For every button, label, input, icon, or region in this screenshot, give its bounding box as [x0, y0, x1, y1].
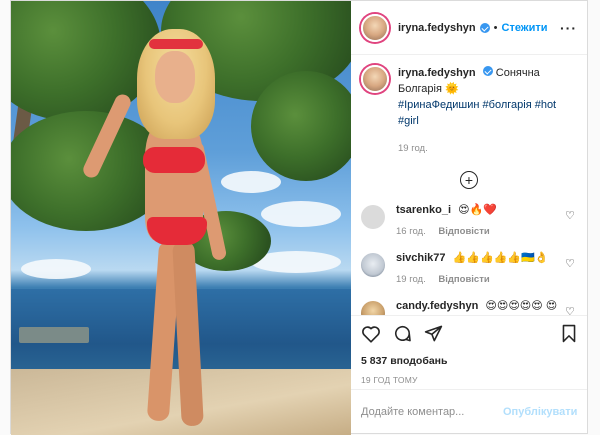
- comment-body: candy.fedyshyn 😍😍😍😍😍 😍😍: [396, 299, 559, 315]
- add-comment-bar: Опублікувати: [351, 389, 587, 433]
- commenter-avatar[interactable]: [361, 205, 385, 229]
- caption-time: 19 год.: [398, 143, 428, 154]
- post-header: iryna.fedyshyn • Стежити ···: [351, 1, 587, 55]
- face: [155, 51, 195, 103]
- caption-body: iryna.fedyshyn Сонячна Болгарія 🌞 #Ірина…: [398, 65, 577, 157]
- commenter-avatar[interactable]: [361, 253, 385, 277]
- author-avatar[interactable]: [361, 13, 389, 42]
- comment-like-heart-icon[interactable]: ♡: [565, 305, 577, 315]
- likes-count[interactable]: 5 837 вподобань: [361, 355, 577, 367]
- comment-item: sivchik77 👍👍👍👍👍🇺🇦👌 19 год. Відповісти ♡: [361, 251, 577, 287]
- post-caption: iryna.fedyshyn Сонячна Болгарія 🌞 #Ірина…: [361, 65, 577, 157]
- more-icon[interactable]: ···: [560, 20, 577, 36]
- comment-icon[interactable]: [393, 324, 412, 347]
- comment-username[interactable]: sivchik77: [396, 252, 446, 264]
- commenter-avatar[interactable]: [361, 301, 385, 315]
- cloud: [21, 259, 91, 279]
- comments-section[interactable]: iryna.fedyshyn Сонячна Болгарія 🌞 #Ірина…: [351, 55, 587, 315]
- swimsuit-bottom: [147, 217, 207, 245]
- viewport: iryna.fedyshyn • Стежити ··· iryna.fedys…: [0, 0, 600, 435]
- post-modal: iryna.fedyshyn • Стежити ··· iryna.fedys…: [10, 0, 588, 435]
- comment-item: tsarenko_i 😍🔥❤️ 16 год. Відповісти ♡: [361, 203, 577, 239]
- verified-badge-icon: [482, 66, 493, 76]
- verified-badge-icon: [479, 22, 490, 33]
- headband: [149, 39, 203, 49]
- comment-like-heart-icon[interactable]: ♡: [565, 209, 577, 239]
- tree-foliage: [251, 71, 351, 181]
- author-avatar[interactable]: [361, 65, 389, 93]
- comment-meta: 19 год. Відповісти: [396, 272, 559, 287]
- comment-username[interactable]: candy.fedyshyn: [396, 300, 478, 312]
- comment-like-heart-icon[interactable]: ♡: [565, 257, 577, 287]
- comment-text: 👍👍👍👍👍🇺🇦👌: [452, 252, 549, 264]
- post-side-panel: iryna.fedyshyn • Стежити ··· iryna.fedys…: [351, 1, 587, 433]
- post-photo[interactable]: [11, 1, 351, 435]
- plus-circle-icon[interactable]: +: [460, 171, 478, 189]
- comment-time: 16 год.: [396, 226, 426, 237]
- heart-icon[interactable]: [361, 325, 381, 347]
- pier: [19, 327, 89, 343]
- comment-body: tsarenko_i 😍🔥❤️ 16 год. Відповісти: [396, 203, 559, 239]
- person: [80, 21, 231, 431]
- post-actions: 5 837 вподобань 19 ГОД ТОМУ: [351, 315, 587, 389]
- load-more-comments[interactable]: +: [361, 171, 577, 189]
- publish-button[interactable]: Опублікувати: [503, 406, 577, 418]
- comment-text: 😍🔥❤️: [458, 204, 497, 216]
- comment-item: candy.fedyshyn 😍😍😍😍😍 😍😍 ♡: [361, 299, 577, 315]
- share-icon[interactable]: [424, 324, 443, 347]
- comment-time: 19 год.: [396, 274, 426, 285]
- caption-username[interactable]: iryna.fedyshyn: [398, 67, 476, 79]
- leg: [172, 240, 204, 427]
- follow-button[interactable]: Стежити: [502, 22, 548, 34]
- reply-button[interactable]: Відповісти: [438, 226, 489, 237]
- bookmark-icon[interactable]: [561, 324, 577, 347]
- author-username[interactable]: iryna.fedyshyn: [398, 22, 476, 34]
- action-icons: [361, 324, 577, 347]
- post-time-ago: 19 ГОД ТОМУ: [361, 375, 418, 385]
- comment-username[interactable]: tsarenko_i: [396, 204, 451, 216]
- cloud: [261, 201, 341, 227]
- comment-body: sivchik77 👍👍👍👍👍🇺🇦👌 19 год. Відповісти: [396, 251, 559, 287]
- comment-meta: 16 год. Відповісти: [396, 224, 559, 239]
- separator-dot: •: [493, 21, 498, 34]
- swimsuit-top: [143, 147, 205, 173]
- caption-hashtags[interactable]: #ІринаФедишин #болгарія #hot #girl: [398, 99, 556, 127]
- reply-button[interactable]: Відповісти: [438, 274, 489, 285]
- comment-input[interactable]: [361, 405, 503, 418]
